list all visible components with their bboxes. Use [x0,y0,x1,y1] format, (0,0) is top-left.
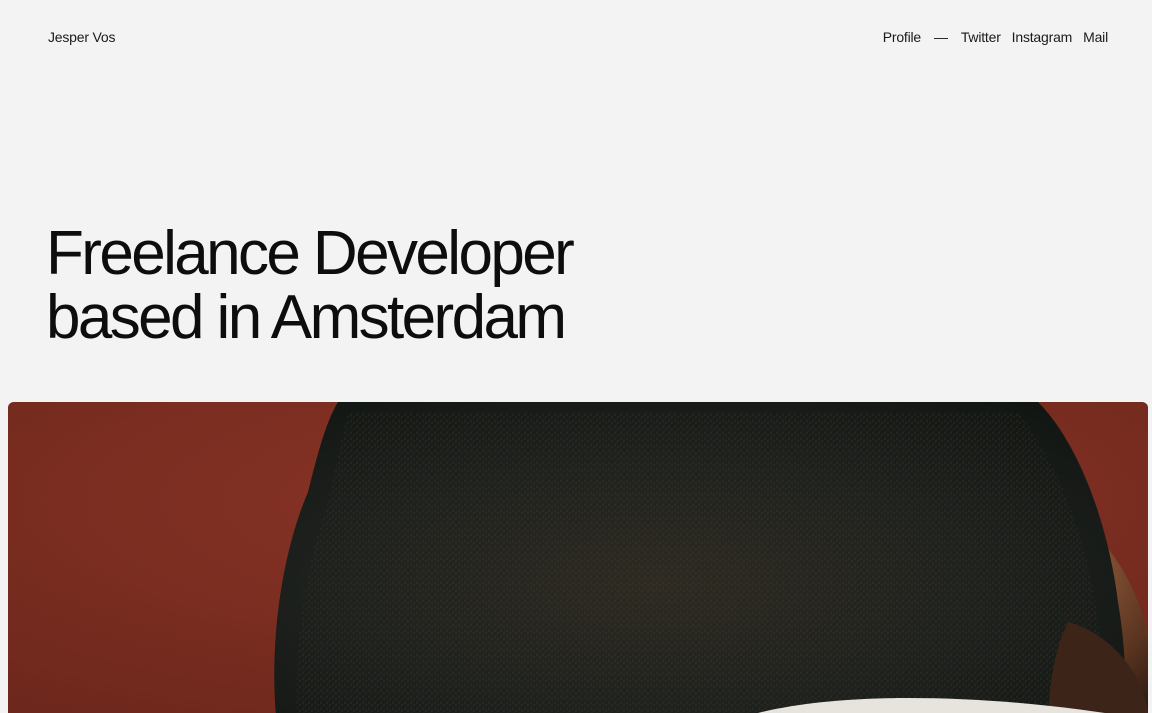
nav-link-instagram[interactable]: Instagram [1012,29,1073,45]
hero-heading-line-1: Freelance Developer [46,219,575,288]
page: Jesper Vos Profile — Twitter Instagram M… [0,0,1152,713]
nav-link-twitter[interactable]: Twitter [961,29,1001,45]
site-name-link[interactable]: Jesper Vos [48,29,115,45]
main-nav: Profile — Twitter Instagram Mail [883,29,1108,45]
portrait-photo [8,402,1148,713]
site-header: Jesper Vos Profile — Twitter Instagram M… [48,26,1108,48]
hero-heading: Freelance Developer based in Amsterdam [46,222,686,350]
hero-heading-line-2: based in Amsterdam [46,283,567,352]
nav-separator: — [934,29,948,45]
nav-link-mail[interactable]: Mail [1083,29,1108,45]
nav-link-profile[interactable]: Profile [883,29,921,45]
portrait-photo-illustration [8,402,1148,713]
